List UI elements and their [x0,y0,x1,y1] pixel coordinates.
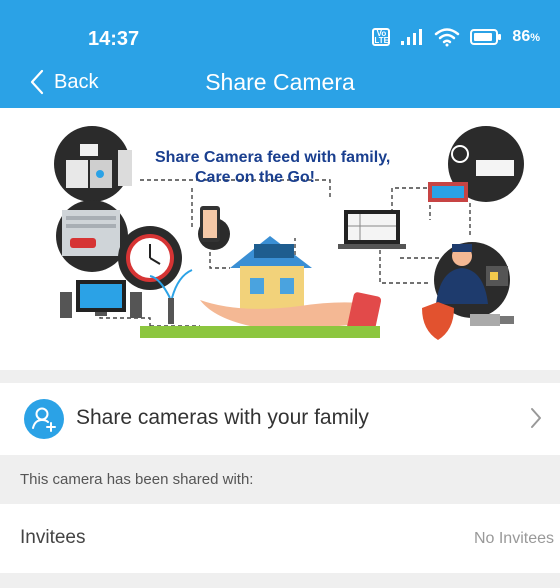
shared-with-label: This camera has been shared with: [20,471,254,488]
volte-icon: Vo LTE [372,28,391,46]
battery-icon [470,29,502,45]
shared-with-header: This camera has been shared with: [0,455,560,504]
status-time: 14:37 [88,28,140,50]
invitees-label: Invitees [20,527,86,548]
smartphone-icon [198,206,230,250]
hero-illustration: Share Camera feed with family, Care on t… [0,108,560,370]
hero-headline-2: Care on the Go! [195,169,315,186]
shield-icon [422,302,454,340]
garage-icon [56,200,128,272]
invitees-value: No Invitees [473,530,554,547]
grass-strip [140,326,380,338]
invitees-row: Invitees No Invitees [0,504,560,573]
kitchen-appliances-icon [54,126,132,202]
smart-home-illustration: Share Camera feed with family, Care on t… [54,126,524,340]
share-cameras-label: Share cameras with your family [76,406,369,429]
status-icons: Vo LTE 86% [372,27,540,47]
tv-speaker-icon [60,280,142,318]
add-user-icon [24,399,64,439]
share-cameras-row[interactable]: Share cameras with your family [0,383,560,455]
bottom-section-fill [0,573,560,588]
clock-icon [118,226,182,290]
laptop-floorplan-icon [338,210,406,249]
cctv-ac-icon [428,126,524,202]
page-title: Share Camera [205,69,355,95]
wall-camera-icon [470,314,514,326]
house-icon [230,236,312,310]
battery-percent: 86% [512,28,540,45]
signal-icon [401,29,423,45]
hero-headline-1: Share Camera feed with family, [155,149,390,166]
chevron-right-icon [531,408,541,428]
section-divider [0,370,560,383]
status-bar: 14:37 Vo LTE 86% [0,0,560,56]
wifi-icon [435,28,460,47]
navigation-bar: Back Share Camera [0,56,560,108]
